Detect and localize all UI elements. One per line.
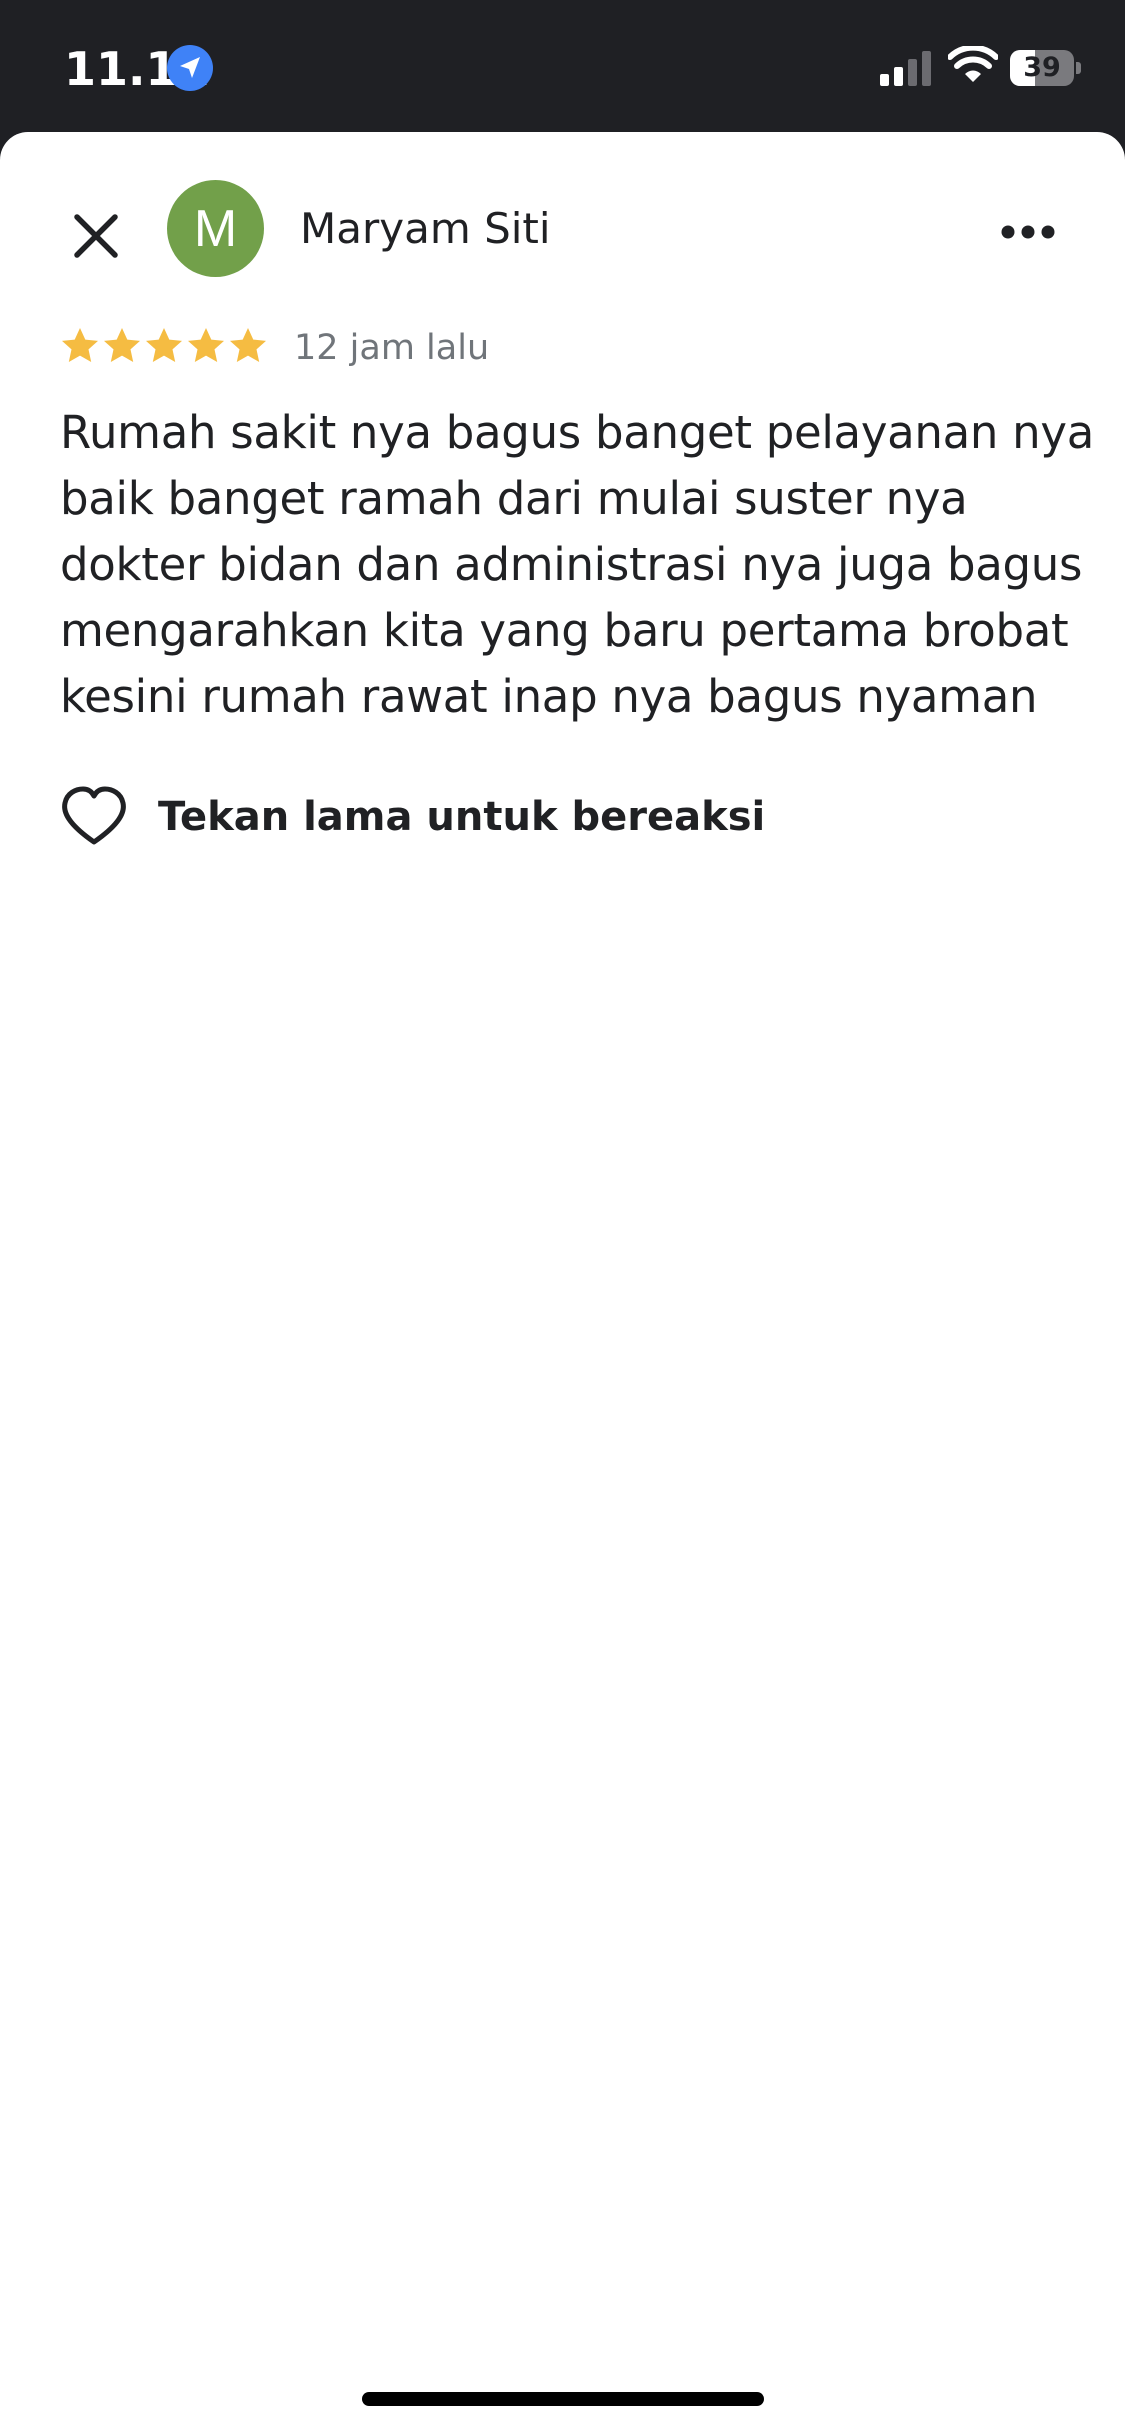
more-options-button[interactable] xyxy=(990,204,1066,260)
react-button[interactable]: Tekan lama untuk bereaksi xyxy=(60,782,765,852)
cellular-signal-icon xyxy=(880,51,931,86)
wifi-icon xyxy=(948,46,998,82)
avatar[interactable]: M xyxy=(167,180,264,277)
review-text: Rumah sakit nya bagus banget pelayanan n… xyxy=(60,400,1094,730)
close-button[interactable] xyxy=(58,198,134,274)
more-horizontal-icon xyxy=(1001,225,1055,239)
star-icon xyxy=(230,328,266,362)
author-name[interactable]: Maryam Siti xyxy=(300,204,551,253)
review-text-line: dokter bidan dan administrasi nya juga b… xyxy=(60,538,1083,591)
location-arrow-icon xyxy=(167,45,213,91)
react-label: Tekan lama untuk bereaksi xyxy=(158,794,766,840)
review-text-line: Rumah sakit nya bagus banget pelayanan n… xyxy=(60,406,1094,459)
star-icon xyxy=(188,328,224,362)
heart-outline-icon xyxy=(62,786,126,845)
review-text-line: mengarahkan kita yang baru pertama broba… xyxy=(60,604,1069,657)
close-icon xyxy=(74,214,118,258)
star-icon xyxy=(104,328,140,362)
star-rating xyxy=(60,326,268,372)
battery-level: 39 xyxy=(1023,52,1061,83)
star-icon xyxy=(62,328,98,362)
review-time: 12 jam lalu xyxy=(294,328,490,368)
review-sheet: M Maryam Siti 12 jam lalu Rumah sakit ny… xyxy=(0,132,1125,2436)
star-icon xyxy=(146,328,182,362)
status-bar: 11.11 39 xyxy=(0,0,1125,132)
review-text-line: baik banget ramah dari mulai suster nya xyxy=(60,472,968,525)
avatar-initial: M xyxy=(193,199,238,258)
home-indicator[interactable] xyxy=(362,2392,764,2406)
battery-icon: 39 xyxy=(1010,50,1081,86)
review-text-line: kesini rumah rawat inap nya bagus nyaman xyxy=(60,670,1038,723)
